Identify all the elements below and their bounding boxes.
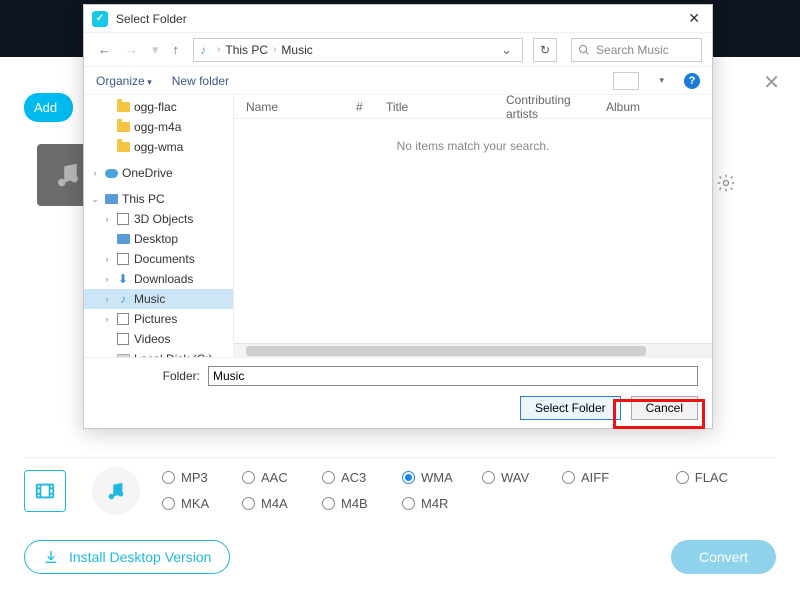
refresh-icon[interactable]: ↻ <box>533 38 557 62</box>
format-m4a[interactable]: M4A <box>242 496 322 511</box>
tree-desktop[interactable]: Desktop <box>84 229 233 249</box>
bottom-bar: Install Desktop Version Convert <box>24 540 776 574</box>
dialog-footer: Folder: Select Folder Cancel <box>84 357 712 428</box>
select-folder-button[interactable]: Select Folder <box>520 396 621 420</box>
format-flac[interactable]: FLAC <box>676 470 728 485</box>
folder-tree[interactable]: ogg-flac ogg-m4a ogg-wma ›OneDrive ⌄This… <box>84 95 234 357</box>
tree-music[interactable]: ›♪Music <box>84 289 233 309</box>
search-placeholder: Search Music <box>596 43 669 57</box>
format-mka[interactable]: MKA <box>162 496 242 511</box>
up-icon[interactable]: ↑ <box>169 40 184 59</box>
tree-localdisk[interactable]: ›Local Disk (C:) <box>84 349 233 357</box>
format-m4r[interactable]: M4R <box>402 496 482 511</box>
horizontal-scrollbar[interactable] <box>234 343 712 357</box>
tree-pictures[interactable]: ›Pictures <box>84 309 233 329</box>
search-icon <box>578 44 590 56</box>
crumb-music[interactable]: Music <box>281 43 312 57</box>
search-input[interactable]: Search Music <box>571 38 702 62</box>
add-button[interactable]: Add <box>24 93 73 122</box>
format-m4b[interactable]: M4B <box>322 496 402 511</box>
tree-downloads[interactable]: ›⬇Downloads <box>84 269 233 289</box>
crumb-dropdown-icon[interactable]: ⌄ <box>497 40 516 60</box>
tree-3dobjects[interactable]: ›3D Objects <box>84 209 233 229</box>
tree-onedrive[interactable]: ›OneDrive <box>84 163 233 183</box>
forward-icon: → <box>121 40 142 59</box>
folder-label: Folder: <box>98 369 208 383</box>
col-title[interactable]: Title <box>386 100 506 114</box>
col-num[interactable]: # <box>356 100 386 114</box>
format-wav[interactable]: WAV <box>482 470 562 485</box>
dialog-title: Select Folder <box>116 12 684 26</box>
close-icon[interactable]: ✕ <box>684 10 704 27</box>
install-desktop-button[interactable]: Install Desktop Version <box>24 540 230 574</box>
cancel-button[interactable]: Cancel <box>631 396 698 420</box>
tree-videos[interactable]: Videos <box>84 329 233 349</box>
format-mp3[interactable]: MP3 <box>162 470 242 485</box>
dialog-titlebar: ✓ Select Folder ✕ <box>84 5 712 33</box>
music-icon: ♪ <box>200 43 206 57</box>
col-album[interactable]: Album <box>606 100 660 114</box>
video-output-icon[interactable] <box>24 470 66 512</box>
folder-input[interactable] <box>208 366 698 386</box>
audio-output-icon[interactable] <box>92 467 140 515</box>
new-folder-button[interactable]: New folder <box>172 74 229 88</box>
tree-ogg-m4a[interactable]: ogg-m4a <box>84 117 233 137</box>
note-icon <box>53 160 83 190</box>
tree-thispc[interactable]: ⌄This PC <box>84 189 233 209</box>
format-aac[interactable]: AAC <box>242 470 322 485</box>
tree-ogg-flac[interactable]: ogg-flac <box>84 97 233 117</box>
convert-button[interactable]: Convert <box>671 540 776 574</box>
col-name[interactable]: Name <box>246 100 356 114</box>
back-icon[interactable]: ← <box>94 40 115 59</box>
gear-icon[interactable] <box>716 173 736 193</box>
format-wma[interactable]: WMA <box>402 470 482 485</box>
select-folder-dialog: ✓ Select Folder ✕ ← → ▾ ↑ ♪ › This PC › … <box>83 4 713 429</box>
organize-menu[interactable]: Organize <box>96 74 152 88</box>
format-aiff[interactable]: AIFF <box>562 470 642 485</box>
col-contrib[interactable]: Contributing artists <box>506 93 606 121</box>
crumb-thispc[interactable]: This PC <box>225 43 268 57</box>
empty-message: No items match your search. <box>234 139 712 153</box>
backdrop-close-icon[interactable]: ✕ <box>763 70 780 95</box>
file-list: Name # Title Contributing artists Album … <box>234 95 712 357</box>
dialog-toolbar: Organize New folder ▾ ? <box>84 67 712 95</box>
list-header[interactable]: Name # Title Contributing artists Album <box>234 95 712 119</box>
dialog-navbar: ← → ▾ ↑ ♪ › This PC › Music ⌄ ↻ Search M… <box>84 33 712 67</box>
tree-documents[interactable]: ›Documents <box>84 249 233 269</box>
download-icon <box>43 549 59 565</box>
view-options-icon[interactable] <box>613 72 639 90</box>
breadcrumb[interactable]: ♪ › This PC › Music ⌄ <box>193 38 523 62</box>
help-icon[interactable]: ? <box>684 73 700 89</box>
view-dropdown-icon[interactable]: ▾ <box>659 75 664 86</box>
output-format-panel: MP3 AAC AC3 WMA WAV AIFF MKA M4A M4B M4R… <box>24 457 776 517</box>
format-options: MP3 AAC AC3 WMA WAV AIFF MKA M4A M4B M4R <box>162 465 642 517</box>
app-icon: ✓ <box>92 11 108 27</box>
recent-dropdown-icon[interactable]: ▾ <box>148 40 163 60</box>
tree-ogg-wma[interactable]: ogg-wma <box>84 137 233 157</box>
format-ac3[interactable]: AC3 <box>322 470 402 485</box>
